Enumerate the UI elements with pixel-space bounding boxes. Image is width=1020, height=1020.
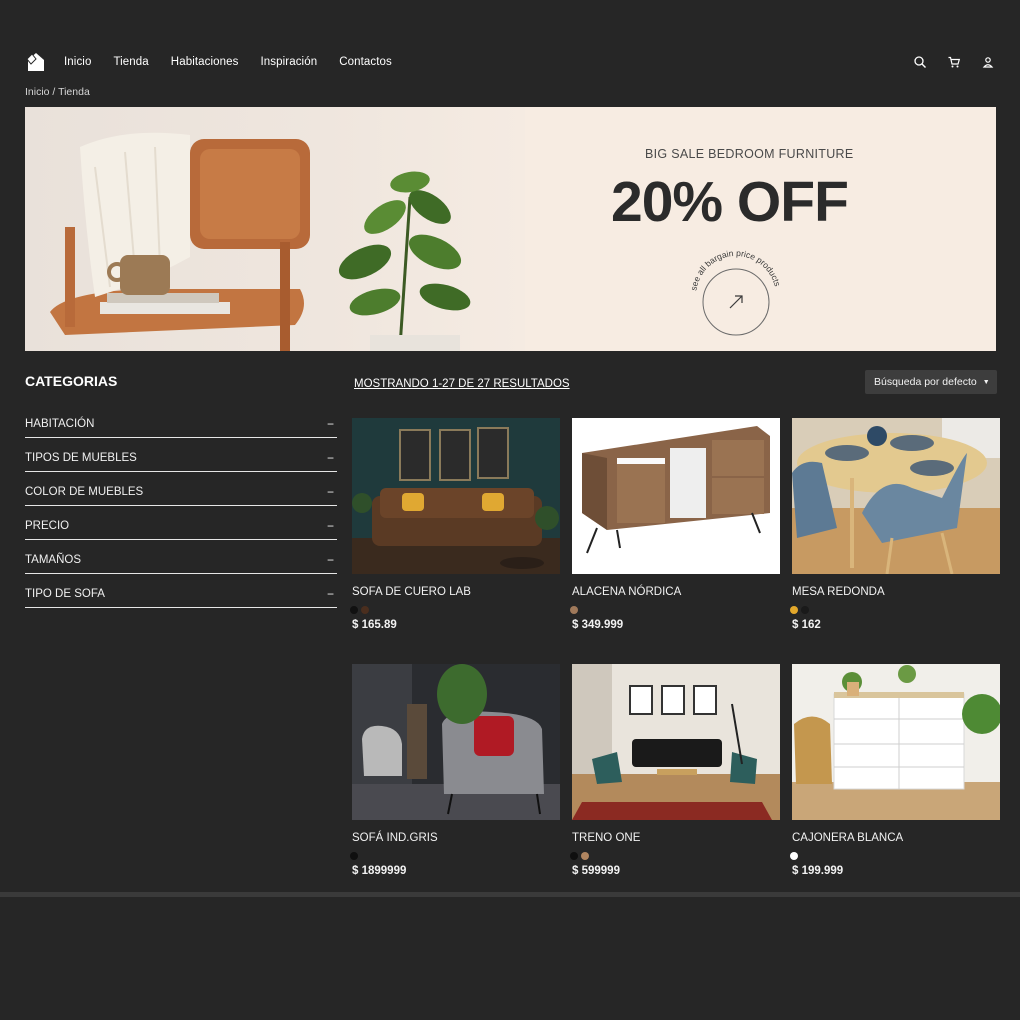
product-card[interactable]: SOFA DE CUERO LAB $ 165.89 [350, 418, 560, 631]
product-price: $ 599999 [572, 865, 620, 877]
color-swatch[interactable] [790, 606, 798, 614]
category-label: TIPO DE SOFA [25, 587, 105, 600]
collapse-icon[interactable]: − [327, 587, 337, 601]
footer-divider [0, 892, 1020, 897]
product-price: $ 1899999 [352, 865, 407, 877]
nav-link-contactos[interactable]: Contactos [339, 56, 392, 68]
collapse-icon[interactable]: − [327, 451, 337, 465]
circle-arrow-icon[interactable]: see all bargain price products [690, 250, 782, 342]
color-swatch[interactable] [581, 852, 589, 860]
category-sidebar: CATEGORIAS HABITACIÓN − TIPOS DE MUEBLES… [25, 372, 337, 608]
color-swatch[interactable] [361, 606, 369, 614]
category-color-de-muebles[interactable]: COLOR DE MUEBLES − [25, 472, 337, 506]
breadcrumb[interactable]: Inicio / Tienda [25, 86, 90, 98]
category-label: COLOR DE MUEBLES [25, 485, 144, 498]
color-swatches [790, 852, 798, 860]
nav-link-inicio[interactable]: Inicio [64, 56, 91, 68]
user-icon[interactable] [981, 55, 995, 69]
category-tipos-de-muebles[interactable]: TIPOS DE MUEBLES − [25, 438, 337, 472]
product-name[interactable]: SOFA DE CUERO LAB [352, 586, 471, 598]
category-label: TAMAÑOS [25, 553, 82, 566]
product-card[interactable]: TRENO ONE $ 599999 [570, 664, 780, 877]
color-swatch[interactable] [570, 852, 578, 860]
product-name[interactable]: CAJONERA BLANCA [792, 832, 903, 844]
color-swatch[interactable] [350, 852, 358, 860]
collapse-icon[interactable]: − [327, 485, 337, 499]
product-image[interactable] [792, 418, 1000, 574]
nav-link-habitaciones[interactable]: Habitaciones [171, 56, 239, 68]
product-name[interactable]: TRENO ONE [572, 832, 640, 844]
category-tipo-de-sofa[interactable]: TIPO DE SOFA − [25, 574, 337, 608]
results-count: MOSTRANDO 1-27 DE 27 RESULTADOS [354, 378, 570, 390]
product-card[interactable]: MESA REDONDA $ 162 [790, 418, 1000, 631]
top-nav: Inicio Tienda Habitaciones Inspiración C… [25, 50, 995, 74]
product-price: $ 165.89 [352, 619, 397, 631]
color-swatches [570, 852, 589, 860]
product-card[interactable]: SOFÁ IND.GRIS $ 1899999 [350, 664, 560, 877]
color-swatches [570, 606, 578, 614]
nav-icons [913, 55, 995, 69]
collapse-icon[interactable]: − [327, 553, 337, 567]
product-name[interactable]: ALACENA NÓRDICA [572, 586, 681, 598]
category-label: TIPOS DE MUEBLES [25, 451, 137, 464]
banner-circle-text: see all bargain price products [690, 250, 782, 291]
product-price: $ 199.999 [792, 865, 844, 877]
color-swatches [790, 606, 809, 614]
nav-link-tienda[interactable]: Tienda [113, 56, 148, 68]
nav-link-inspiracion[interactable]: Inspiración [260, 56, 317, 68]
color-swatches [350, 606, 369, 614]
category-tamanos[interactable]: TAMAÑOS − [25, 540, 337, 574]
product-card[interactable]: ALACENA NÓRDICA $ 349.999 [570, 418, 780, 631]
sidebar-title: CATEGORIAS [25, 373, 118, 389]
product-image[interactable] [352, 418, 560, 574]
collapse-icon[interactable]: − [327, 519, 337, 533]
nav-links: Inicio Tienda Habitaciones Inspiración C… [64, 56, 414, 68]
color-swatch[interactable] [350, 606, 358, 614]
logo-icon[interactable] [25, 51, 47, 73]
sort-dropdown[interactable]: Búsqueda por defecto ▼ [865, 370, 997, 394]
color-swatch[interactable] [570, 606, 578, 614]
banner-image [25, 107, 525, 351]
product-image[interactable] [572, 664, 780, 820]
product-image[interactable] [792, 664, 1000, 820]
banner-headline: 20% OFF [611, 170, 849, 234]
category-label: PRECIO [25, 519, 70, 532]
product-image[interactable] [352, 664, 560, 820]
category-habitacion[interactable]: HABITACIÓN − [25, 404, 337, 438]
color-swatch[interactable] [790, 852, 798, 860]
sort-selected: Búsqueda por defecto [874, 376, 977, 388]
cart-icon[interactable] [947, 55, 961, 69]
product-card[interactable]: CAJONERA BLANCA $ 199.999 [790, 664, 1000, 877]
color-swatch[interactable] [801, 606, 809, 614]
category-label: HABITACIÓN [25, 417, 95, 430]
product-price: $ 162 [792, 619, 821, 631]
product-image[interactable] [572, 418, 780, 574]
collapse-icon[interactable]: − [327, 417, 337, 431]
product-price: $ 349.999 [572, 619, 624, 631]
color-swatches [350, 852, 358, 860]
category-precio[interactable]: PRECIO − [25, 506, 337, 540]
promo-banner[interactable]: BIG SALE BEDROOM FURNITURE 20% OFF see a… [25, 107, 996, 351]
chair-plant-illustration [50, 132, 471, 351]
product-name[interactable]: MESA REDONDA [792, 586, 885, 598]
banner-subtitle: BIG SALE BEDROOM FURNITURE [645, 147, 854, 161]
product-name[interactable]: SOFÁ IND.GRIS [352, 832, 438, 844]
caret-down-icon: ▼ [982, 378, 990, 386]
search-icon[interactable] [913, 55, 927, 69]
